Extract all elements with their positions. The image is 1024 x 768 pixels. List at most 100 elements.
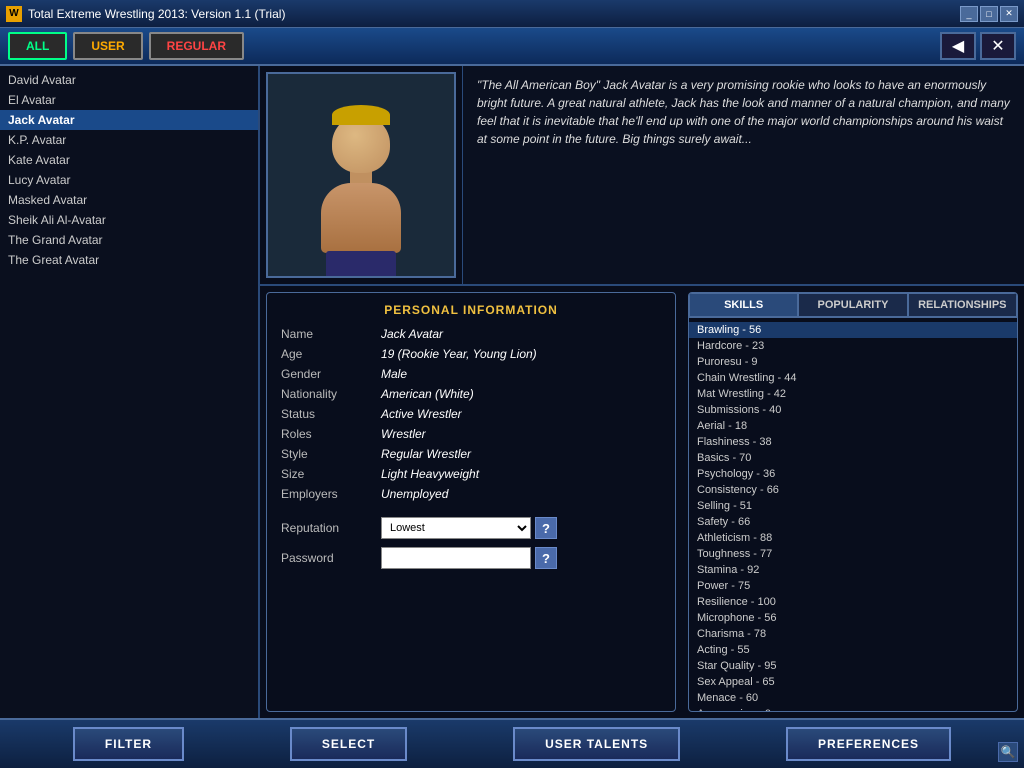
details-section: PERSONAL INFORMATION Name Jack Avatar Age… xyxy=(260,286,1024,718)
skills-list[interactable]: Brawling - 56Hardcore - 23Puroresu - 9Ch… xyxy=(689,318,1017,711)
info-row: Employers Unemployed xyxy=(281,487,661,501)
skill-item[interactable]: Flashiness - 38 xyxy=(689,434,1017,450)
reputation-select[interactable]: LowestLowMediumHighHighest xyxy=(381,517,531,539)
bio-text: "The All American Boy" Jack Avatar is a … xyxy=(477,76,1010,148)
skill-item[interactable]: Basics - 70 xyxy=(689,450,1017,466)
back-button[interactable]: ◀ xyxy=(940,32,976,60)
roster-item[interactable]: The Great Avatar xyxy=(0,250,258,270)
nav-bar: ALL USER REGULAR ◀ ✕ xyxy=(0,28,1024,66)
password-help-button[interactable]: ? xyxy=(535,547,557,569)
info-value: Wrestler xyxy=(381,427,426,441)
skill-item[interactable]: Charisma - 78 xyxy=(689,626,1017,642)
skill-item[interactable]: Resilience - 100 xyxy=(689,594,1017,610)
password-input[interactable] xyxy=(381,547,531,569)
skill-item[interactable]: Toughness - 77 xyxy=(689,546,1017,562)
skill-item[interactable]: Sex Appeal - 65 xyxy=(689,674,1017,690)
info-row: Nationality American (White) xyxy=(281,387,661,401)
skill-item[interactable]: Announcing - 0 xyxy=(689,706,1017,711)
close-button[interactable]: ✕ xyxy=(1000,6,1018,22)
info-label: Nationality xyxy=(281,387,381,401)
info-section: "The All American Boy" Jack Avatar is a … xyxy=(260,66,1024,286)
info-value: Jack Avatar xyxy=(381,327,443,341)
reputation-row: Reputation LowestLowMediumHighHighest ? xyxy=(281,517,661,539)
info-row: Name Jack Avatar xyxy=(281,327,661,341)
roster-item[interactable]: Masked Avatar xyxy=(0,190,258,210)
info-row: Size Light Heavyweight xyxy=(281,467,661,481)
skill-item[interactable]: Aerial - 18 xyxy=(689,418,1017,434)
info-value: American (White) xyxy=(381,387,474,401)
main-container: ALL USER REGULAR ◀ ✕ David AvatarEl Avat… xyxy=(0,28,1024,768)
info-value: Male xyxy=(381,367,407,381)
skill-item[interactable]: Acting - 55 xyxy=(689,642,1017,658)
app-icon: W xyxy=(6,6,22,22)
skill-item[interactable]: Safety - 66 xyxy=(689,514,1017,530)
skills-tabs: SKILLSPOPULARITYRELATIONSHIPS xyxy=(689,293,1017,318)
roster-item[interactable]: Lucy Avatar xyxy=(0,170,258,190)
skill-item[interactable]: Chain Wrestling - 44 xyxy=(689,370,1017,386)
roster-item[interactable]: Sheik Ali Al-Avatar xyxy=(0,210,258,230)
select-button[interactable]: SELECT xyxy=(290,727,407,761)
skills-tab-relationships[interactable]: RELATIONSHIPS xyxy=(908,293,1017,317)
personal-info-panel: PERSONAL INFORMATION Name Jack Avatar Age… xyxy=(266,292,676,712)
skill-item[interactable]: Submissions - 40 xyxy=(689,402,1017,418)
close-panel-button[interactable]: ✕ xyxy=(980,32,1016,60)
skills-tab-skills[interactable]: SKILLS xyxy=(689,293,798,317)
personal-info-title: PERSONAL INFORMATION xyxy=(281,303,661,317)
wrestler-figure xyxy=(296,85,426,265)
skill-item[interactable]: Microphone - 56 xyxy=(689,610,1017,626)
skills-panel: SKILLSPOPULARITYRELATIONSHIPS Brawling -… xyxy=(688,292,1018,712)
reputation-help-button[interactable]: ? xyxy=(535,517,557,539)
skill-item[interactable]: Stamina - 92 xyxy=(689,562,1017,578)
info-value: Regular Wrestler xyxy=(381,447,471,461)
info-label: Status xyxy=(281,407,381,421)
skill-item[interactable]: Menace - 60 xyxy=(689,690,1017,706)
reputation-label: Reputation xyxy=(281,521,381,535)
nav-arrows: ◀ ✕ xyxy=(940,32,1016,60)
info-row: Roles Wrestler xyxy=(281,427,661,441)
maximize-button[interactable]: □ xyxy=(980,6,998,22)
info-label: Age xyxy=(281,347,381,361)
bio-section: "The All American Boy" Jack Avatar is a … xyxy=(462,66,1024,284)
info-row: Style Regular Wrestler xyxy=(281,447,661,461)
skills-tab-popularity[interactable]: POPULARITY xyxy=(798,293,907,317)
skill-item[interactable]: Athleticism - 88 xyxy=(689,530,1017,546)
info-rows: Name Jack AvatarAge 19 (Rookie Year, You… xyxy=(281,327,661,501)
roster-item[interactable]: K.P. Avatar xyxy=(0,130,258,150)
skill-item[interactable]: Mat Wrestling - 42 xyxy=(689,386,1017,402)
roster-item[interactable]: Kate Avatar xyxy=(0,150,258,170)
all-filter-button[interactable]: ALL xyxy=(8,32,67,60)
info-label: Employers xyxy=(281,487,381,501)
content-area: David AvatarEl AvatarJack AvatarK.P. Ava… xyxy=(0,66,1024,718)
user-filter-button[interactable]: USER xyxy=(73,32,142,60)
info-value: Active Wrestler xyxy=(381,407,462,421)
skill-item[interactable]: Selling - 51 xyxy=(689,498,1017,514)
info-row: Status Active Wrestler xyxy=(281,407,661,421)
skill-item[interactable]: Hardcore - 23 xyxy=(689,338,1017,354)
skill-item[interactable]: Consistency - 66 xyxy=(689,482,1017,498)
info-value: Unemployed xyxy=(381,487,448,501)
skill-item[interactable]: Star Quality - 95 xyxy=(689,658,1017,674)
regular-filter-button[interactable]: REGULAR xyxy=(149,32,244,60)
skill-item[interactable]: Brawling - 56 xyxy=(689,322,1017,338)
info-value: Light Heavyweight xyxy=(381,467,479,481)
roster-list: David AvatarEl AvatarJack AvatarK.P. Ava… xyxy=(0,66,260,718)
info-label: Gender xyxy=(281,367,381,381)
info-label: Roles xyxy=(281,427,381,441)
roster-item[interactable]: Jack Avatar xyxy=(0,110,258,130)
window-title: Total Extreme Wrestling 2013: Version 1.… xyxy=(28,7,285,21)
bottom-bar: FILTER SELECT USER TALENTS PREFERENCES xyxy=(0,718,1024,768)
info-row: Gender Male xyxy=(281,367,661,381)
filter-button[interactable]: FILTER xyxy=(73,727,184,761)
skill-item[interactable]: Psychology - 36 xyxy=(689,466,1017,482)
roster-item[interactable]: The Grand Avatar xyxy=(0,230,258,250)
info-label: Style xyxy=(281,447,381,461)
skill-item[interactable]: Puroresu - 9 xyxy=(689,354,1017,370)
minimize-button[interactable]: _ xyxy=(960,6,978,22)
skill-item[interactable]: Power - 75 xyxy=(689,578,1017,594)
roster-item[interactable]: David Avatar xyxy=(0,70,258,90)
info-label: Size xyxy=(281,467,381,481)
wrestler-photo xyxy=(266,72,456,278)
user-talents-button[interactable]: USER TALENTS xyxy=(513,727,680,761)
roster-item[interactable]: El Avatar xyxy=(0,90,258,110)
preferences-button[interactable]: PREFERENCES xyxy=(786,727,951,761)
